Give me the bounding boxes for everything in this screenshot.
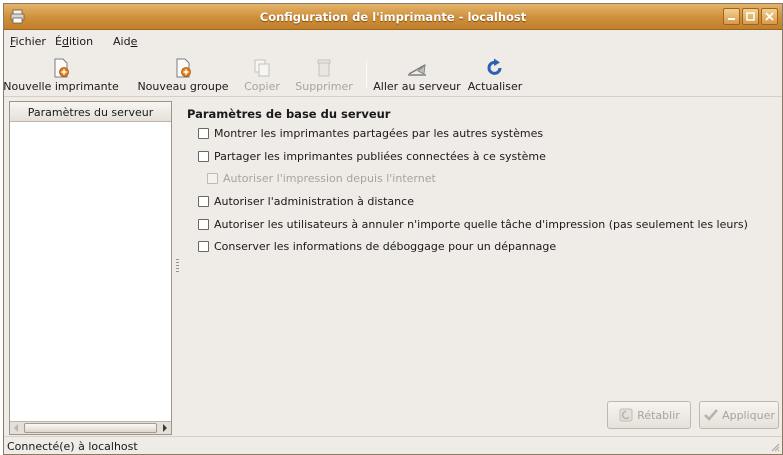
- new-printer-label: Nouvelle imprimante: [3, 80, 119, 93]
- printer-list-pane[interactable]: Paramètres du serveur: [9, 101, 172, 435]
- checkbox[interactable]: [198, 241, 209, 252]
- revert-label: Rétablir: [637, 408, 680, 422]
- menu-aide-mnemonic: e: [130, 35, 138, 48]
- apply-label: Appliquer: [722, 408, 775, 422]
- checkmark-icon: [704, 409, 718, 421]
- server-settings-column-header[interactable]: Paramètres du serveur: [10, 102, 171, 122]
- refresh-icon: [487, 58, 502, 75]
- copy-label: Copier: [244, 80, 280, 93]
- close-button[interactable]: [761, 8, 778, 25]
- maximize-icon: [746, 12, 755, 21]
- menu-fichier-post: ichier: [15, 35, 46, 48]
- menu-bar: Fichier Édition Aide: [4, 31, 782, 52]
- goto-server-label: Aller au serveur: [373, 80, 461, 93]
- menu-edition-post: ition: [68, 35, 94, 48]
- copy-button[interactable]: Copier: [242, 53, 282, 97]
- menu-edition-pre: É: [55, 35, 62, 48]
- arrow-right-icon: [163, 424, 167, 432]
- delete-button[interactable]: Supprimer: [292, 53, 356, 97]
- option-keep-debug-info[interactable]: Conserver les informations de déboggage …: [198, 240, 556, 253]
- option-share-published-printers[interactable]: Partager les imprimantes publiées connec…: [198, 150, 546, 163]
- option-label: Autoriser l'impression depuis l'internet: [223, 172, 436, 185]
- connection-status: Connecté(e) à localhost: [7, 440, 138, 453]
- refresh-button[interactable]: Actualiser: [465, 53, 525, 97]
- title-bar[interactable]: Configuration de l'imprimante - localhos…: [4, 4, 782, 30]
- option-remote-administration[interactable]: Autoriser l'administration à distance: [198, 195, 414, 208]
- menu-edition[interactable]: Édition: [55, 35, 93, 48]
- menu-fichier[interactable]: Fichier: [10, 35, 46, 48]
- checkbox[interactable]: [207, 173, 218, 184]
- pane-resize-handle[interactable]: [176, 259, 179, 273]
- printer-config-window: Configuration de l'imprimante - localhos…: [3, 3, 783, 455]
- status-bar: Connecté(e) à localhost: [4, 436, 782, 454]
- checkbox[interactable]: [198, 196, 209, 207]
- menu-aide[interactable]: Aide: [113, 35, 137, 48]
- minimize-icon: [728, 18, 735, 20]
- menu-edition-mnemonic: d: [61, 35, 69, 48]
- revert-button[interactable]: Rétablir: [607, 401, 691, 429]
- maximize-button[interactable]: [742, 8, 759, 25]
- horizontal-scrollbar[interactable]: [10, 421, 171, 434]
- new-group-label: Nouveau groupe: [137, 80, 229, 93]
- option-show-shared-printers[interactable]: Montrer les imprimantes partagées par le…: [198, 127, 543, 140]
- checkbox[interactable]: [198, 219, 209, 230]
- toolbar: Nouvelle imprimante Nouveau groupe Copie…: [3, 53, 782, 97]
- option-label: Conserver les informations de déboggage …: [214, 240, 557, 253]
- copy-icon: [254, 59, 270, 77]
- apply-button[interactable]: Appliquer: [699, 401, 779, 429]
- scroll-right-button[interactable]: [160, 423, 170, 433]
- refresh-label: Actualiser: [467, 80, 523, 93]
- minimize-button[interactable]: [723, 8, 740, 25]
- arrow-left-icon: [14, 424, 18, 432]
- new-printer-button[interactable]: Nouvelle imprimante: [3, 53, 119, 97]
- delete-label: Supprimer: [295, 80, 353, 93]
- option-allow-internet-printing[interactable]: Autoriser l'impression depuis l'internet: [207, 172, 436, 185]
- window-title: Configuration de l'imprimante - localhos…: [259, 10, 527, 24]
- scrollbar-thumb[interactable]: [24, 423, 157, 433]
- option-users-cancel-any-job[interactable]: Autoriser les utilisateurs à annuler n'i…: [198, 218, 748, 231]
- option-label: Partager les imprimantes publiées connec…: [214, 150, 546, 163]
- close-icon: [765, 12, 774, 21]
- menu-aide-pre: Aid: [113, 35, 131, 48]
- resize-grip-icon[interactable]: [768, 440, 780, 452]
- option-label: Montrer les imprimantes partagées par le…: [214, 127, 544, 140]
- new-group-button[interactable]: Nouveau groupe: [137, 53, 229, 97]
- goto-server-button[interactable]: Aller au serveur: [373, 53, 461, 97]
- option-label: Autoriser l'administration à distance: [214, 195, 414, 208]
- new-group-icon: [176, 58, 191, 78]
- toolbar-separator: [366, 61, 367, 89]
- revert-icon: [619, 408, 633, 422]
- new-printer-icon: [54, 58, 69, 78]
- checkbox[interactable]: [198, 151, 209, 162]
- trash-icon: [317, 59, 331, 77]
- option-label: Autoriser les utilisateurs à annuler n'i…: [214, 218, 748, 231]
- checkbox[interactable]: [198, 128, 209, 139]
- server-connect-icon: [408, 64, 426, 76]
- section-title: Paramètres de base du serveur: [187, 107, 391, 121]
- scroll-left-button[interactable]: [11, 423, 21, 433]
